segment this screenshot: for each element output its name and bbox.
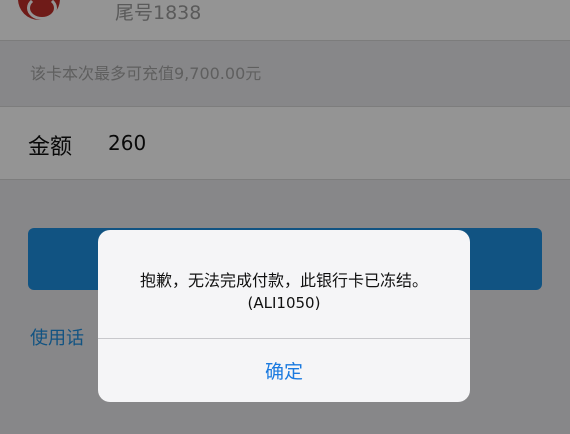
error-code: (ALI1050)	[247, 294, 321, 312]
error-dialog: 抱歉，无法完成付款，此银行卡已冻结。 (ALI1050) 确定	[98, 230, 470, 402]
dialog-ok-button[interactable]: 确定	[98, 339, 470, 402]
error-message: 抱歉，无法完成付款，此银行卡已冻结。	[139, 271, 428, 290]
